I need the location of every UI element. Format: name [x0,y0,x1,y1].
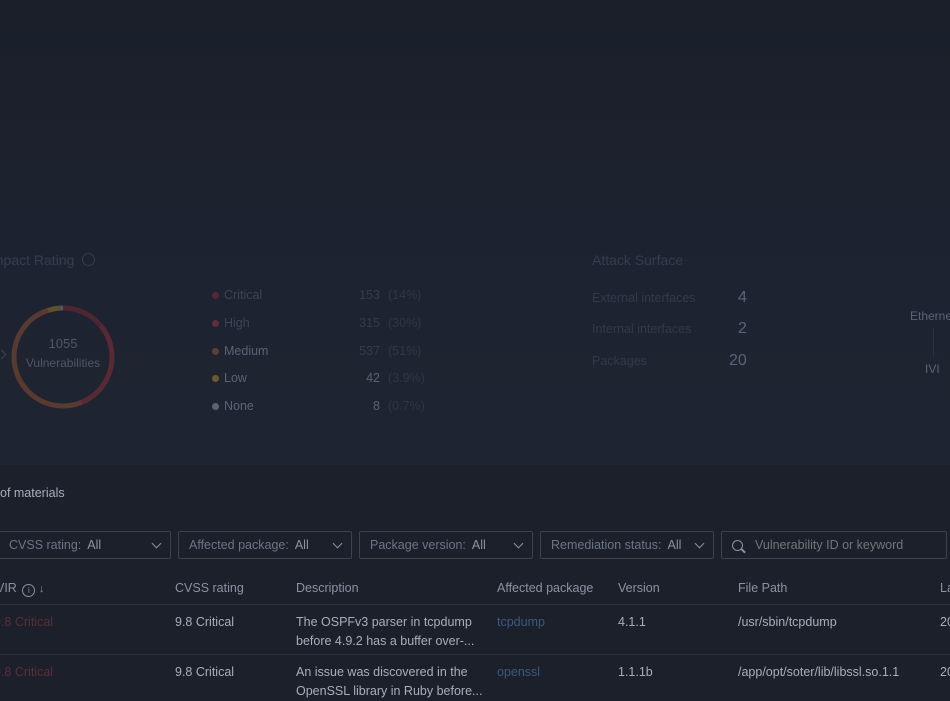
packages-label: Packages [592,354,647,368]
chevron-down-icon [694,538,705,549]
legend-item-medium: Medium [212,344,268,358]
legend-count: 8 [373,399,380,413]
impact-rating-title: Impact Rating [0,252,96,268]
diagram-node-ethernet[interactable]: Etherne [910,309,950,323]
external-interfaces-value: 4 [738,289,747,306]
diagram-node-ivi[interactable]: IVI [925,362,940,376]
column-header-vir[interactable]: VIR i ↓ [0,581,44,597]
dimmed-overlay [0,0,950,465]
donut-total: 1055 [48,336,78,351]
info-icon[interactable]: i [22,584,36,597]
remediation-status-filter[interactable]: Remediation status: All [540,531,714,559]
section-title: of materials [0,486,65,500]
legend-item-none: None [212,399,254,413]
cvss-rating: 9.8 Critical [175,615,235,629]
legend-dot-icon [212,374,219,382]
legend-dot-icon [212,347,219,355]
last-value: 20 [940,615,950,629]
diagram-connector [933,328,934,358]
sort-down-icon[interactable]: ↓ [39,583,45,595]
search-box[interactable] [721,531,947,559]
column-header-affected-package[interactable]: Affected package [497,581,593,595]
packages-value: 20 [729,352,747,369]
cvss-rating: 9.8 Critical [175,665,235,679]
legend-label: Low [224,371,247,385]
legend-percent: (0.7%) [388,399,425,413]
legend-percent: (14%) [388,288,422,302]
legend-label: Medium [224,344,269,358]
search-icon [732,539,746,553]
legend-count: 153 [359,288,380,302]
donut-total-label: Vulnerabilities [25,356,101,370]
description-line-2: OpenSSL library in Ruby before... [296,684,483,698]
legend-percent: (51%) [388,344,422,358]
legend-item-low: Low [212,371,247,385]
chevron-down-icon [151,538,162,549]
column-header-version[interactable]: Version [618,581,660,595]
search-input[interactable] [755,538,935,552]
package-version-filter[interactable]: Package version: All [359,531,533,559]
legend-count: 315 [359,316,380,330]
legend-label: High [224,316,250,330]
version: 1.1.1b [618,665,653,679]
legend-item-high: High [212,316,250,330]
cvss-rating-filter[interactable]: CVSS rating: All [0,531,171,559]
legend-count: 42 [366,371,380,385]
legend-percent: (3.9%) [388,371,425,385]
legend-dot-icon [212,402,219,410]
chevron-down-icon [332,538,343,549]
column-header-file-path[interactable]: File Path [738,581,787,595]
legend-label: None [224,399,254,413]
legend-label: Critical [224,288,263,302]
package-link[interactable]: openssl [497,663,540,682]
external-interfaces-label: External interfaces [592,291,696,305]
affected-package-filter[interactable]: Affected package: All [178,531,352,559]
internal-interfaces-value: 2 [738,320,747,337]
column-header-description[interactable]: Description [296,581,359,595]
description-line-1: The OSPFv3 parser in tcpdump [296,615,472,629]
file-path: /app/opt/soter/lib/libssl.so.1.1 [738,665,900,679]
table-row[interactable]: 9.8 Critical 9.8 Critical The OSPFv3 par… [0,605,950,654]
table-row[interactable]: 9.8 Critical 9.8 Critical An issue was d… [0,655,950,700]
legend-item-critical: Critical [212,288,262,302]
last-value: 20 [940,665,950,679]
legend-dot-icon [212,319,219,327]
vir-rating: 9.8 Critical [0,665,54,679]
column-header-cvss-rating[interactable]: CVSS rating [175,581,244,595]
column-header-last[interactable]: La [940,581,950,595]
attack-surface-title: Attack Surface [592,252,684,268]
help-icon[interactable] [82,253,96,266]
internal-interfaces-label: Internal interfaces [592,322,692,336]
file-path: /usr/sbin/tcpdump [738,615,837,629]
vir-rating: 9.8 Critical [0,615,54,629]
legend-percent: (30%) [388,316,422,330]
version: 4.1.1 [618,615,646,629]
legend-dot-icon [212,291,219,299]
package-link[interactable]: tcpdump [497,613,545,632]
legend-count: 537 [359,344,380,358]
description-line-2: before 4.9.2 has a buffer over-... [296,634,475,648]
description-line-1: An issue was discovered in the [296,665,468,679]
chevron-down-icon [513,538,524,549]
